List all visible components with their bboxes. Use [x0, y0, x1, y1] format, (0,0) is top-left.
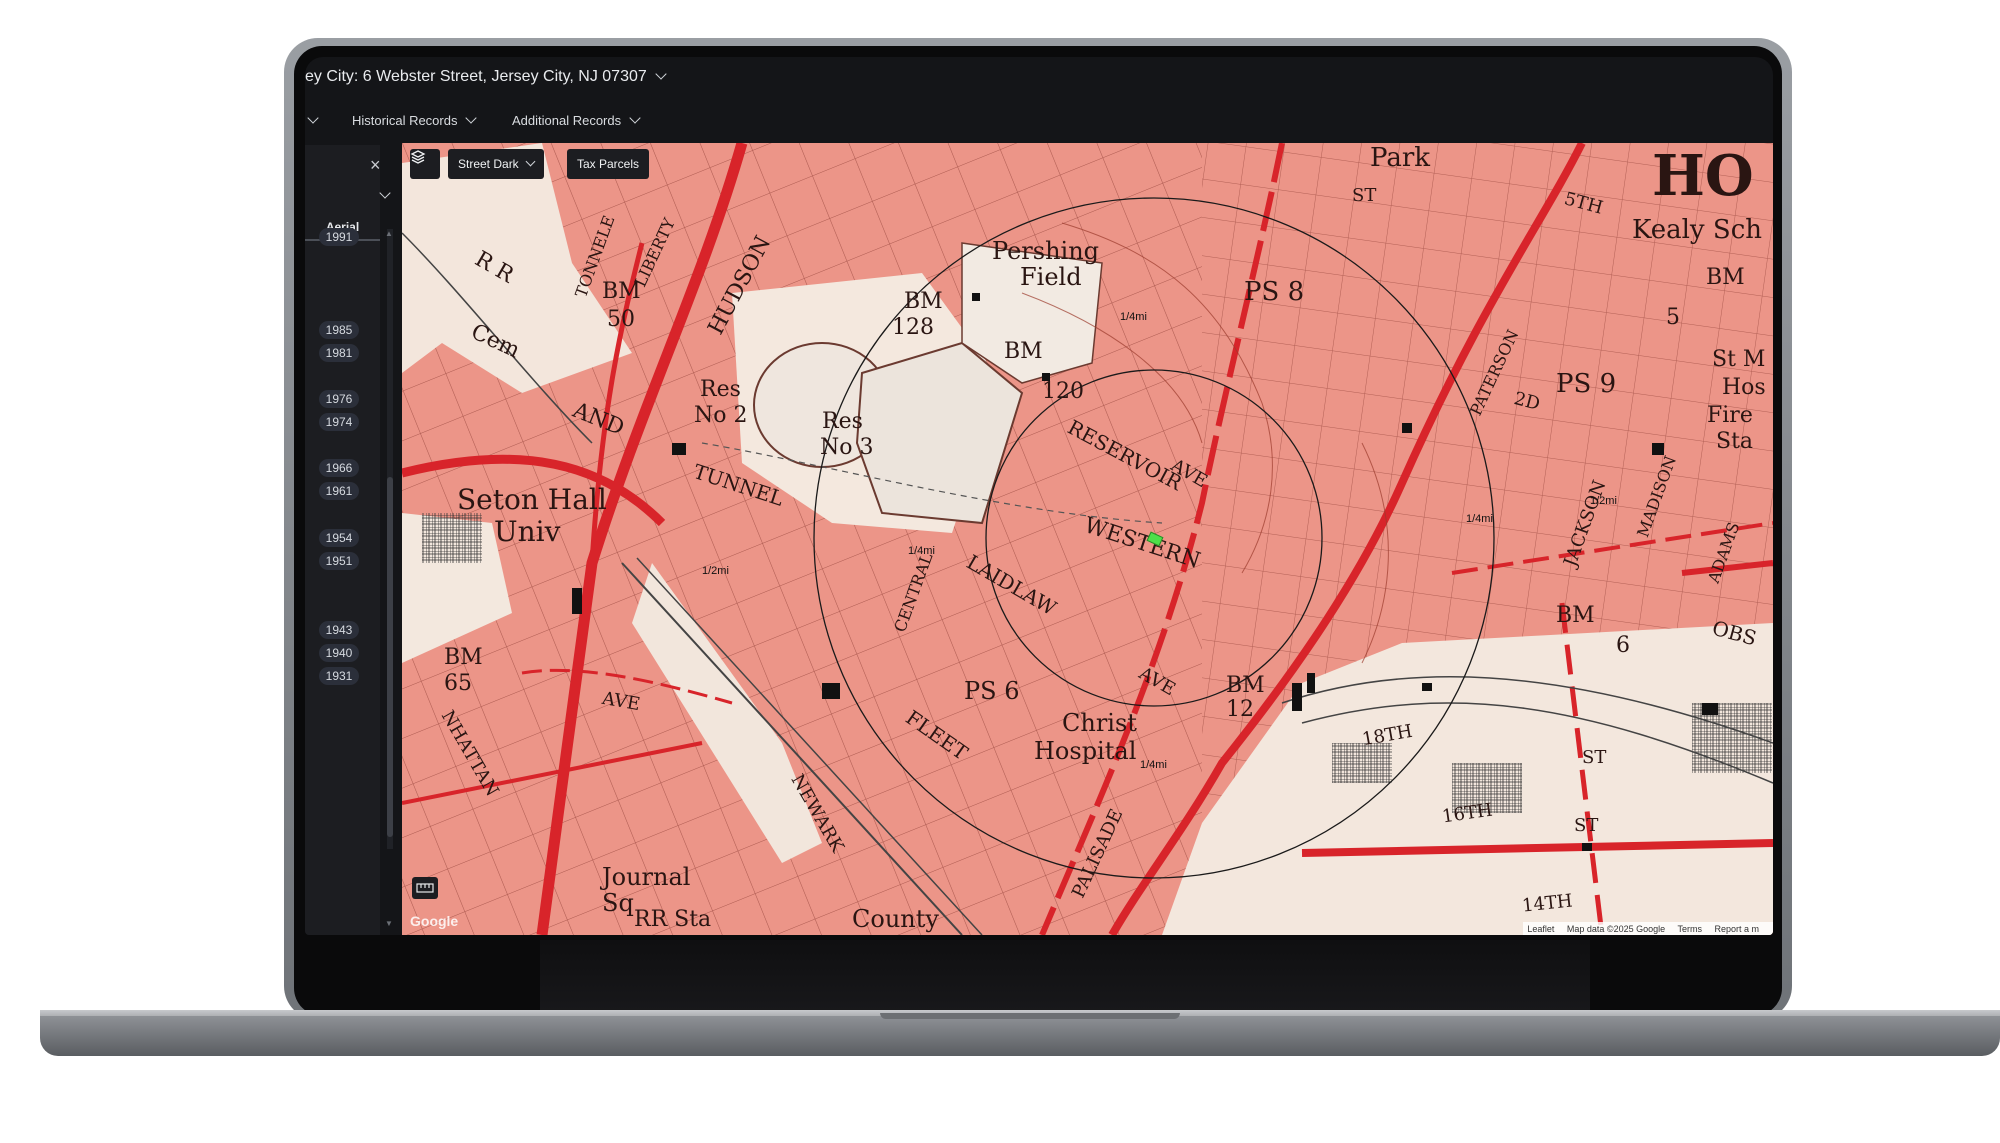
map-label: BM	[904, 289, 943, 314]
map-label: BM	[444, 645, 483, 670]
app-screen: ey City: 6 Webster Street, Jersey City, …	[305, 57, 1773, 935]
map-label: St M	[1712, 347, 1766, 372]
map-label: HO	[1652, 143, 1754, 209]
keyboard-reflection	[540, 940, 1590, 1010]
map-label: Christ	[1062, 709, 1137, 737]
map-label: Univ	[494, 515, 561, 548]
map-label: 50	[607, 307, 635, 332]
close-icon[interactable]: ×	[370, 155, 381, 176]
map-label: Sta	[1716, 429, 1754, 454]
map-label: Journal	[602, 863, 691, 891]
year-panel: × Aerial 1991 1985 1981 1976 1974 1966 1961 195…	[305, 145, 391, 935]
chevron-down-icon[interactable]	[379, 187, 391, 199]
layers-button[interactable]	[410, 149, 440, 179]
year-chip[interactable]: 1940	[319, 644, 359, 662]
map-label: Park	[1370, 143, 1431, 173]
year-chip[interactable]: 1981	[319, 344, 359, 362]
map-label: Hospital	[1034, 737, 1137, 765]
map-label: Hos	[1722, 375, 1766, 400]
chevron-down-icon[interactable]	[307, 112, 319, 124]
map-label: Res	[822, 409, 863, 434]
menu-bar: Historical Records Additional Records	[305, 112, 1773, 135]
map-label: PS 6	[964, 677, 1020, 705]
terms-link[interactable]: Terms	[1677, 924, 1702, 934]
map-label: County	[852, 905, 939, 933]
map-label: Sq	[602, 889, 634, 917]
year-chip[interactable]: 1976	[319, 390, 359, 408]
map-label: Kealy Sch	[1632, 215, 1762, 245]
map-label: 6	[1616, 633, 1630, 658]
map-label: Seton Hall	[457, 483, 607, 516]
leaflet-link[interactable]: Leaflet	[1527, 924, 1554, 934]
map-label: PS 8	[1244, 277, 1305, 307]
menu-historical-label: Historical Records	[352, 113, 458, 128]
map-label: 5	[1666, 305, 1680, 330]
year-chip[interactable]: 1991	[319, 228, 359, 246]
ring-label-half: 1/2mi	[1590, 495, 1617, 507]
address-text: ey City: 6 Webster Street, Jersey City, …	[305, 68, 647, 85]
map-label: No 3	[820, 435, 874, 460]
laptop-base-edge	[40, 1016, 2000, 1056]
basemap-select[interactable]: Street Dark	[448, 149, 544, 179]
year-chip[interactable]: 1985	[319, 321, 359, 339]
year-chip[interactable]: 1951	[319, 552, 359, 570]
map-label: 128	[892, 315, 934, 340]
year-chip[interactable]: 1961	[319, 482, 359, 500]
map-label: BM	[1226, 673, 1265, 698]
map-data-text: Map data ©2025 Google	[1566, 924, 1666, 934]
layers-icon	[410, 150, 426, 164]
scroll-up-icon[interactable]: ▲	[385, 229, 393, 238]
ring-label-quarter: 1/4mi	[1466, 513, 1493, 525]
map-label: 12	[1226, 697, 1254, 722]
ring-label-quarter: 1/4mi	[1120, 311, 1147, 323]
map-label: No 2	[694, 403, 748, 428]
map-label: ST	[1582, 747, 1607, 768]
year-chip[interactable]: 1954	[319, 529, 359, 547]
map-label: BM	[1556, 603, 1595, 628]
map-label: ST	[1574, 815, 1599, 836]
year-chip[interactable]: 1931	[319, 667, 359, 685]
chevron-down-icon	[525, 156, 536, 167]
tax-parcels-button[interactable]: Tax Parcels	[567, 149, 650, 179]
map-attribution: Leaflet Map data ©2025 Google Terms Repo…	[1523, 922, 1773, 935]
menu-additional-label: Additional Records	[512, 113, 622, 128]
map-label: 65	[444, 671, 472, 696]
map-label: RR Sta	[634, 907, 712, 932]
map-label: Pershing	[992, 237, 1100, 265]
ruler-icon	[416, 883, 434, 893]
chevron-down-icon	[629, 112, 641, 124]
chevron-down-icon	[465, 112, 478, 124]
year-chip[interactable]: 1943	[319, 621, 359, 639]
basemap-label: Street Dark	[458, 157, 519, 171]
laptop-notch	[880, 1013, 1180, 1019]
map-label: Fire	[1707, 403, 1753, 428]
ruler-button[interactable]	[412, 877, 438, 899]
map-label: Field	[1020, 263, 1082, 291]
ring-label-half: 1/2mi	[702, 565, 729, 577]
historical-map[interactable]: Res No 2 Res No 3 Pershing Field Seton H…	[402, 143, 1773, 935]
year-chip[interactable]: 1966	[319, 459, 359, 477]
scrollbar-thumb[interactable]	[387, 477, 393, 837]
map-label: PS 9	[1556, 369, 1617, 399]
chevron-down-icon[interactable]	[655, 68, 667, 80]
year-chip[interactable]: 1974	[319, 413, 359, 431]
map-label: ST	[1352, 185, 1377, 206]
map-label: Res	[700, 377, 741, 402]
map-label: 120	[1042, 379, 1084, 404]
address-bar[interactable]: ey City: 6 Webster Street, Jersey City, …	[305, 57, 1773, 97]
map-label: BM	[1706, 265, 1745, 290]
menu-additional-records[interactable]: Additional Records	[512, 112, 641, 128]
report-link[interactable]: Report a m	[1714, 924, 1759, 934]
ring-label-quarter: 1/4mi	[908, 545, 935, 557]
google-logo: Google	[410, 913, 459, 929]
map-label: BM	[1004, 339, 1043, 364]
menu-historical-records[interactable]: Historical Records	[352, 112, 478, 128]
ring-label-quarter: 1/4mi	[1140, 759, 1167, 771]
scroll-down-icon[interactable]: ▼	[385, 919, 393, 928]
